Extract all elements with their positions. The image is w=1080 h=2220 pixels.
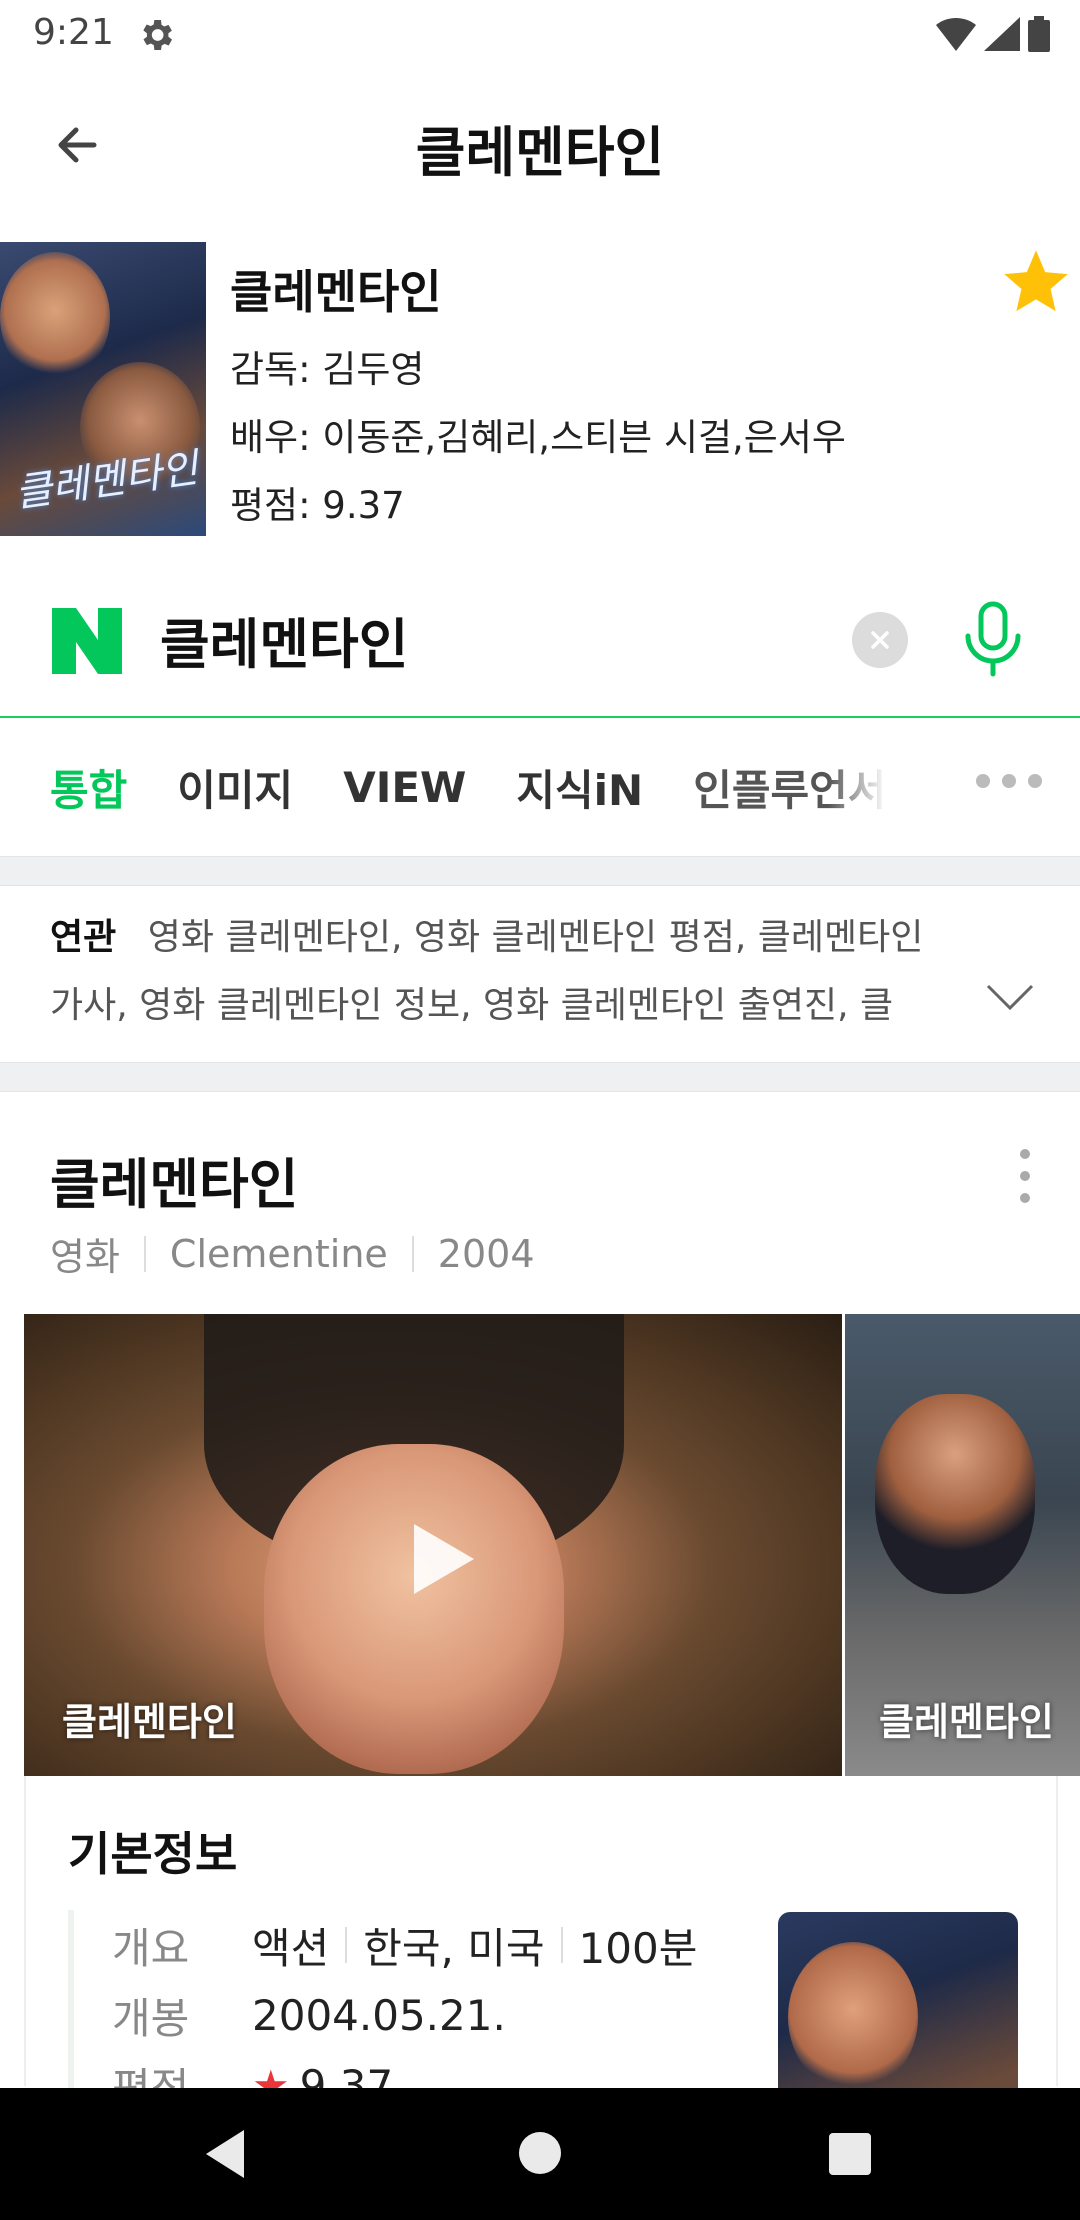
card-title[interactable]: 클레멘타인	[50, 1140, 298, 1219]
dot-icon	[1028, 774, 1042, 788]
genre-link[interactable]: 액션	[252, 1915, 329, 1976]
poster-figure	[788, 1942, 918, 2092]
runtime-value: 100분	[578, 1923, 698, 1973]
naver-logo-icon[interactable]	[52, 608, 122, 674]
release-date: 2004.05.21.	[252, 1990, 506, 2040]
row-label: 개요	[112, 1923, 190, 1973]
movie-poster[interactable]: 클레멘타인	[0, 242, 206, 536]
star-icon[interactable]	[998, 244, 1074, 320]
more-tabs-button[interactable]	[976, 774, 1042, 788]
video-label: 클레멘타인	[62, 1700, 237, 1744]
tab-influencer[interactable]: 인플루언서	[693, 757, 886, 818]
basic-info-title: 기본정보	[68, 1827, 238, 1881]
dot-icon	[1002, 774, 1016, 788]
gear-icon	[143, 20, 172, 50]
status-bar: 9:21	[0, 0, 1080, 66]
row-label: 개봉	[112, 1993, 190, 2043]
recent-square-icon[interactable]	[829, 2133, 871, 2175]
movie-actors: 배우: 이동준,김혜리,스티븐 시걸,은서우	[230, 416, 846, 459]
video-carousel[interactable]: 클레멘타인 클레멘타인	[24, 1314, 1080, 1776]
meta-original-title: Clementine	[169, 1231, 388, 1276]
card-meta: 영화 Clementine 2004	[50, 1226, 535, 1281]
app-bar: 클레멘타인	[0, 66, 1080, 216]
section-divider	[0, 1062, 1080, 1092]
clear-search-button[interactable]	[852, 612, 908, 668]
tab-images[interactable]: 이미지	[177, 757, 293, 818]
related-text-block: 연관 영화 클레멘타인, 영화 클레멘타인 평점, 클레멘타인 가사, 영화 클…	[50, 904, 950, 1040]
row-value: 액션 한국, 미국 100분	[252, 1915, 697, 1976]
poster-figure	[0, 252, 110, 382]
search-tabs: 통합 이미지 VIEW 지식iN 인플루언서	[0, 720, 1080, 854]
wifi-icon	[936, 17, 976, 51]
chevron-down-icon[interactable]	[984, 980, 1036, 1014]
tab-integrated[interactable]: 통합	[50, 757, 127, 818]
home-circle-icon[interactable]	[519, 2132, 561, 2174]
back-triangle-icon[interactable]	[200, 2126, 250, 2182]
signal-icon	[984, 17, 1020, 51]
value-divider	[560, 1927, 563, 1963]
play-icon[interactable]	[394, 1514, 484, 1604]
info-row-release: 개봉 2004.05.21.	[112, 1980, 697, 2050]
video-label: 클레멘타인	[879, 1700, 1054, 1744]
info-row-overview: 개요 액션 한국, 미국 100분	[112, 1910, 697, 1980]
battery-icon	[1028, 16, 1050, 52]
movie-director: 감독: 김두영	[230, 348, 425, 391]
related-label: 연관	[50, 917, 117, 958]
meta-divider	[143, 1235, 146, 1272]
thumbnail-figure	[875, 1394, 1035, 1594]
movie-title: 클레멘타인	[230, 265, 442, 319]
system-nav-bar	[0, 2088, 1080, 2220]
status-time: 9:21	[33, 12, 114, 53]
tab-view[interactable]: VIEW	[343, 763, 466, 812]
tab-knowledge[interactable]: 지식iN	[516, 757, 643, 818]
poster-title: 클레멘타인	[12, 445, 201, 517]
mic-icon[interactable]	[958, 600, 1028, 680]
section-divider	[0, 856, 1080, 886]
thumbnail-figure	[264, 1444, 564, 1774]
search-input[interactable]: 클레멘타인	[160, 600, 408, 679]
meta-category: 영화	[50, 1235, 120, 1279]
movie-header: 클레멘타인 클레멘타인 감독: 김두영 배우: 이동준,김혜리,스티븐 시걸,은…	[0, 242, 1080, 536]
movie-rating: 평점: 9.37	[230, 484, 405, 527]
country-value: 한국, 미국	[363, 1923, 545, 1973]
more-vertical-icon[interactable]	[1010, 1146, 1040, 1206]
video-thumbnail[interactable]: 클레멘타인	[24, 1314, 842, 1776]
video-thumbnail[interactable]: 클레멘타인	[845, 1314, 1080, 1776]
related-keywords[interactable]: 영화 클레멘타인, 영화 클레멘타인 평점, 클레멘타인 가사, 영화 클레멘타…	[50, 917, 923, 1026]
meta-year: 2004	[437, 1231, 535, 1276]
dot-icon	[976, 774, 990, 788]
close-icon	[871, 631, 889, 649]
search-bar: 클레멘타인	[0, 572, 1080, 718]
meta-divider	[411, 1235, 414, 1272]
value-divider	[345, 1927, 348, 1963]
movie-info: 클레멘타인 감독: 김두영 배우: 이동준,김혜리,스티븐 시걸,은서우 평점:…	[230, 256, 846, 540]
basic-info: 기본정보 개요 액션 한국, 미국 100분 개봉 2004.05.21. 평점…	[24, 1776, 1058, 2132]
related-searches: 연관 영화 클레멘타인, 영화 클레멘타인 평점, 클레멘타인 가사, 영화 클…	[0, 886, 1080, 1062]
page-title: 클레멘타인	[415, 121, 665, 184]
